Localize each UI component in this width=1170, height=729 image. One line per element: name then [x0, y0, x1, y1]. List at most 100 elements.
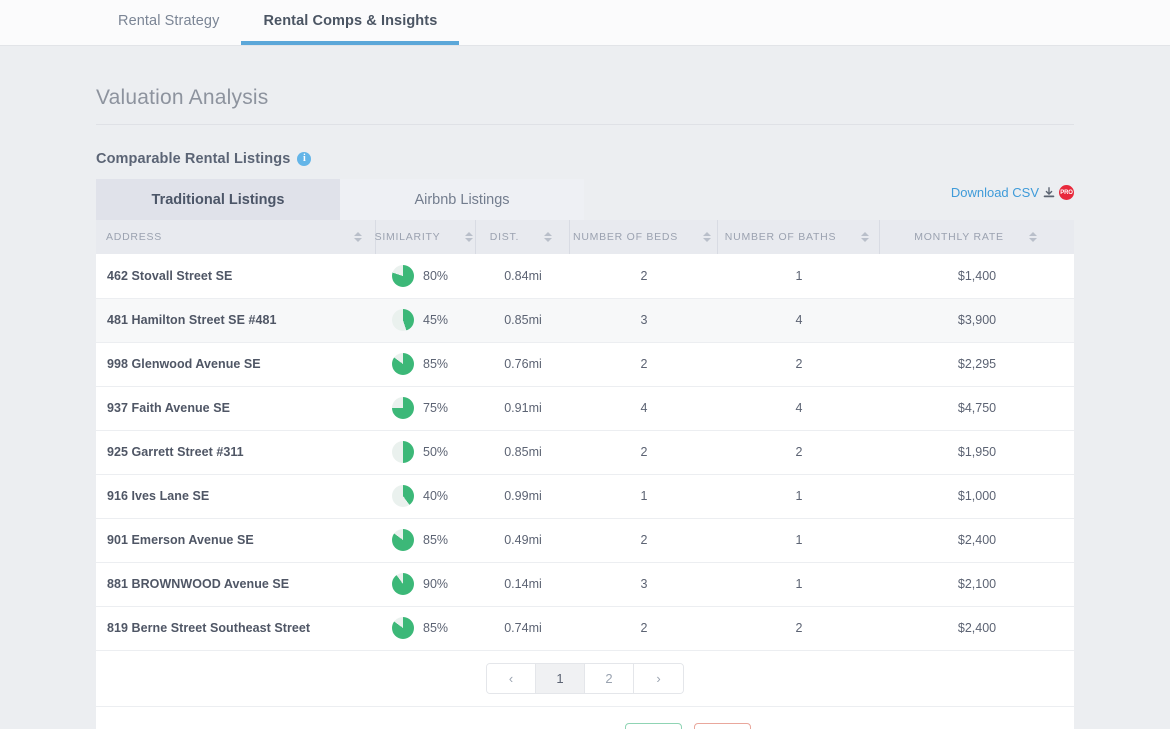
- cell-baths: 1: [718, 562, 880, 606]
- table-row[interactable]: 937 Faith Avenue SE75%0.91mi44$4,750: [96, 386, 1074, 430]
- cell-beds: 2: [570, 606, 718, 650]
- cell-baths: 1: [718, 518, 880, 562]
- similarity-percent: 80%: [423, 269, 448, 283]
- cell-dist: 0.99mi: [476, 474, 570, 518]
- cell-beds: 2: [570, 342, 718, 386]
- table-row[interactable]: 881 BROWNWOOD Avenue SE90%0.14mi31$2,100: [96, 562, 1074, 606]
- pagination-page-2[interactable]: 2: [585, 664, 634, 693]
- cell-similarity: 85%: [376, 518, 476, 562]
- sort-icon-similarity[interactable]: [462, 232, 476, 242]
- comparable-rental-listings-header: Comparable Rental Listings i: [96, 125, 1074, 179]
- cell-dist: 0.14mi: [476, 562, 570, 606]
- cell-beds: 1: [570, 474, 718, 518]
- similarity-percent: 75%: [423, 401, 448, 415]
- table-row[interactable]: 901 Emerson Avenue SE85%0.49mi21$2,400: [96, 518, 1074, 562]
- column-header-dist[interactable]: DIST.: [476, 220, 570, 254]
- cell-address: 481 Hamilton Street SE #481: [96, 298, 376, 342]
- info-icon[interactable]: i: [297, 152, 311, 166]
- sort-icon-baths[interactable]: [858, 232, 872, 242]
- tab-airbnb-listings[interactable]: Airbnb Listings: [340, 179, 584, 220]
- cell-dist: 0.85mi: [476, 298, 570, 342]
- tab-rental-strategy-label: Rental Strategy: [118, 13, 219, 29]
- cell-baths: 2: [718, 342, 880, 386]
- cell-baths: 1: [718, 254, 880, 298]
- pagination-next-button[interactable]: ›: [634, 664, 683, 693]
- cell-baths: 1: [718, 474, 880, 518]
- pagination-prev-button[interactable]: ‹: [487, 664, 536, 693]
- similarity-pie-icon: [392, 573, 414, 595]
- cell-monthly-rate: $3,900: [880, 298, 1074, 342]
- table-row[interactable]: 462 Stovall Street SE80%0.84mi21$1,400: [96, 254, 1074, 298]
- cell-beds: 2: [570, 430, 718, 474]
- sort-icon-monthly-rate[interactable]: [1026, 232, 1040, 242]
- cell-monthly-rate: $2,100: [880, 562, 1074, 606]
- cell-similarity: 45%: [376, 298, 476, 342]
- column-header-similarity-label: SIMILARITY: [375, 231, 441, 243]
- cell-baths: 2: [718, 606, 880, 650]
- cell-address: 901 Emerson Avenue SE: [96, 518, 376, 562]
- column-header-address[interactable]: ADDRESS: [96, 220, 376, 254]
- cell-beds: 3: [570, 298, 718, 342]
- cell-dist: 0.76mi: [476, 342, 570, 386]
- table-row[interactable]: 481 Hamilton Street SE #48145%0.85mi34$3…: [96, 298, 1074, 342]
- column-header-monthly-rate-label: MONTHLY RATE: [914, 231, 1004, 243]
- column-header-baths-label: NUMBER OF BATHS: [725, 231, 836, 243]
- similarity-pie-icon: [392, 485, 414, 507]
- cell-dist: 0.74mi: [476, 606, 570, 650]
- primary-tab-bar: Rental Strategy Rental Comps & Insights: [0, 0, 1170, 46]
- tab-traditional-listings[interactable]: Traditional Listings: [96, 179, 340, 220]
- cell-similarity: 85%: [376, 606, 476, 650]
- feedback-yes-button[interactable]: Yes: [625, 723, 682, 729]
- cell-monthly-rate: $2,295: [880, 342, 1074, 386]
- feedback-no-button[interactable]: No: [694, 723, 751, 729]
- cell-beds: 4: [570, 386, 718, 430]
- cell-address: 916 Ives Lane SE: [96, 474, 376, 518]
- similarity-percent: 85%: [423, 621, 448, 635]
- table-header: ADDRESS SIMILARITY DIST.: [96, 220, 1074, 254]
- cell-monthly-rate: $4,750: [880, 386, 1074, 430]
- cell-similarity: 90%: [376, 562, 476, 606]
- cell-dist: 0.91mi: [476, 386, 570, 430]
- table-row[interactable]: 925 Garrett Street #31150%0.85mi22$1,950: [96, 430, 1074, 474]
- cell-baths: 4: [718, 386, 880, 430]
- similarity-pie-icon: [392, 397, 414, 419]
- sort-icon-address[interactable]: [351, 232, 365, 242]
- similarity-pie-icon: [392, 441, 414, 463]
- column-header-beds[interactable]: NUMBER OF BEDS: [570, 220, 718, 254]
- pagination-page-1[interactable]: 1: [536, 664, 585, 693]
- download-csv-label: Download CSV: [951, 185, 1039, 200]
- column-header-dist-label: DIST.: [490, 231, 519, 243]
- cell-beds: 2: [570, 518, 718, 562]
- similarity-percent: 40%: [423, 489, 448, 503]
- sort-icon-beds[interactable]: [700, 232, 714, 242]
- column-header-baths[interactable]: NUMBER OF BATHS: [718, 220, 880, 254]
- feedback-row: Were these estimates helpful? Yes No: [96, 707, 1074, 729]
- tab-rental-comps-insights[interactable]: Rental Comps & Insights: [241, 0, 459, 45]
- column-header-similarity[interactable]: SIMILARITY: [376, 220, 476, 254]
- cell-similarity: 80%: [376, 254, 476, 298]
- cell-monthly-rate: $1,400: [880, 254, 1074, 298]
- cell-similarity: 75%: [376, 386, 476, 430]
- table-row[interactable]: 998 Glenwood Avenue SE85%0.76mi22$2,295: [96, 342, 1074, 386]
- comparable-listings-table: ADDRESS SIMILARITY DIST.: [96, 220, 1074, 651]
- table-row[interactable]: 819 Berne Street Southeast Street 85% 0.74…: [96, 606, 1074, 650]
- cell-monthly-rate: $1,950: [880, 430, 1074, 474]
- cell-address: 819 Berne Street Southeast Street: [96, 606, 376, 650]
- cell-monthly-rate: $2,400: [880, 606, 1074, 650]
- cell-beds: 3: [570, 562, 718, 606]
- cell-monthly-rate: $1,000: [880, 474, 1074, 518]
- cell-address: 937 Faith Avenue SE: [96, 386, 376, 430]
- similarity-pie-icon: [392, 617, 414, 639]
- section-heading: Comparable Rental Listings: [96, 151, 290, 167]
- similarity-percent: 45%: [423, 313, 448, 327]
- table-body: 462 Stovall Street SE80%0.84mi21$1,40048…: [96, 254, 1074, 650]
- sort-icon-dist[interactable]: [541, 232, 555, 242]
- column-header-monthly-rate[interactable]: MONTHLY RATE: [880, 220, 1074, 254]
- table-row[interactable]: 916 Ives Lane SE40%0.99mi11$1,000: [96, 474, 1074, 518]
- cell-address: 462 Stovall Street SE: [96, 254, 376, 298]
- download-icon: [1043, 187, 1055, 199]
- tab-rental-strategy[interactable]: Rental Strategy: [96, 0, 241, 45]
- listing-type-tab-bar: Traditional Listings Airbnb Listings Dow…: [96, 179, 1074, 220]
- download-csv-button[interactable]: Download CSV PRO: [951, 185, 1074, 200]
- pagination: ‹ 1 2 ›: [486, 663, 684, 694]
